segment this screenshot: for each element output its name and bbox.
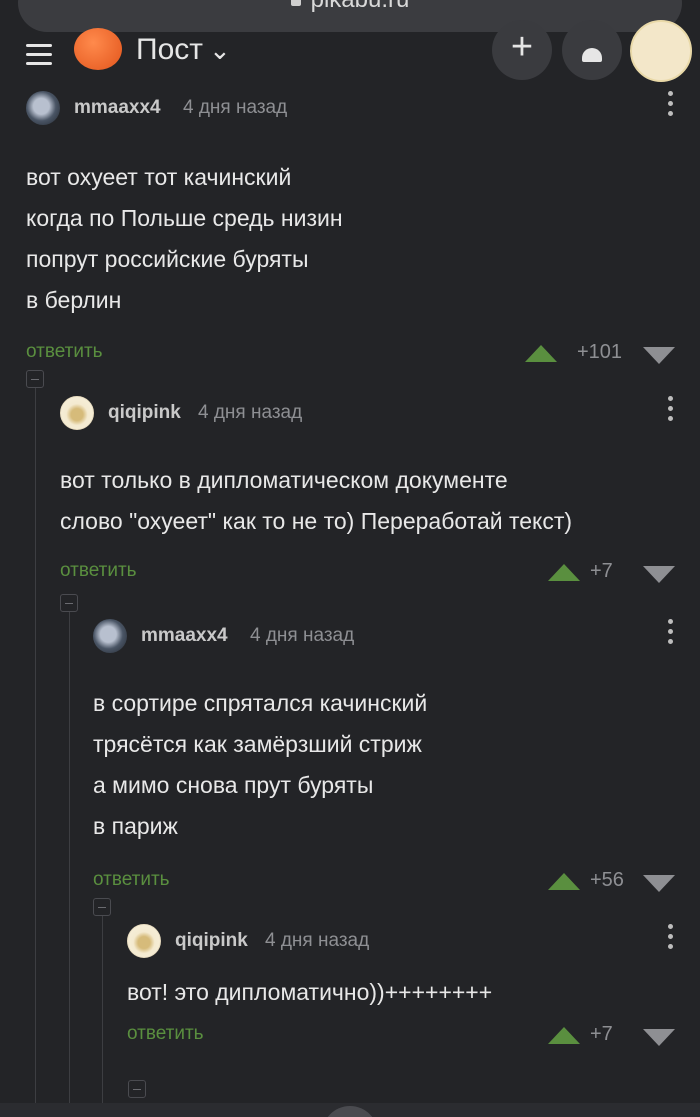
comment-header: mmaaxx4 4 дня назад [26, 91, 674, 125]
comment-footer: ответить +7 [60, 560, 675, 590]
comment: qiqipink 4 дня назад вот! это дипломатич… [127, 924, 675, 1053]
comment: qiqipink 4 дня назад вот только в диплом… [60, 396, 675, 590]
collapse-thread-button[interactable] [60, 594, 78, 612]
menu-icon[interactable] [26, 44, 52, 71]
comment-time: 4 дня назад [183, 97, 288, 118]
site-navbar: Пост ⌄ + [0, 20, 700, 88]
page-title: Пост ⌄ [136, 33, 231, 66]
more-options-icon[interactable] [666, 91, 674, 121]
thread-line [102, 906, 103, 1103]
avatar[interactable] [93, 619, 127, 653]
vote-block: +7 [548, 560, 675, 590]
comment: mmaaxx4 4 дня назад вот охуеет тот качин… [26, 91, 675, 371]
lock-icon [290, 0, 301, 6]
upvote-icon[interactable] [548, 873, 580, 890]
comment-time: 4 дня назад [265, 930, 370, 951]
avatar[interactable] [26, 91, 60, 125]
avatar[interactable] [127, 924, 161, 958]
notifications-button[interactable] [562, 20, 622, 80]
more-options-icon[interactable] [666, 619, 674, 649]
avatar[interactable] [60, 396, 94, 430]
reply-button[interactable]: ответить [60, 560, 137, 582]
reply-button[interactable]: ответить [26, 341, 103, 363]
comment-footer: ответить +7 [127, 1023, 675, 1053]
comment-text: вот только в дипломатическом документе с… [60, 467, 573, 534]
comment-header: qiqipink 4 дня назад [60, 396, 674, 430]
reply-button[interactable]: ответить [127, 1023, 204, 1045]
comment-score: +56 [590, 869, 624, 891]
comment-score: +7 [590, 1023, 613, 1045]
reply-button[interactable]: ответить [93, 869, 170, 891]
comment-score: +7 [590, 560, 613, 582]
comment-score: +101 [577, 341, 623, 363]
comment-text: в сортире спрятался качинский трясётся к… [93, 690, 428, 839]
collapse-thread-button[interactable] [128, 1080, 146, 1098]
url-text: pikabu.ru [18, 0, 682, 14]
comment-time: 4 дня назад [250, 625, 355, 646]
comment-text: вот! это дипломатично))++++++++ [127, 979, 493, 1005]
vote-block: +7 [548, 1023, 675, 1053]
plus-icon: + [510, 26, 534, 68]
user-avatar[interactable] [630, 20, 692, 82]
comment-header: mmaaxx4 4 дня назад [93, 619, 674, 653]
comment-author[interactable]: mmaaxx4 [141, 625, 228, 647]
upvote-icon[interactable] [548, 1027, 580, 1044]
comment-author[interactable]: qiqipink [175, 930, 248, 952]
downvote-icon[interactable] [643, 875, 675, 892]
comment-time: 4 дня назад [198, 402, 303, 423]
thread-line [69, 602, 70, 1103]
vote-block: +101 [525, 341, 675, 371]
more-options-icon[interactable] [666, 396, 674, 426]
collapse-thread-button[interactable] [26, 370, 44, 388]
pikabu-logo[interactable] [74, 28, 122, 70]
upvote-icon[interactable] [548, 564, 580, 581]
add-post-button[interactable]: + [492, 20, 552, 80]
downvote-icon[interactable] [643, 347, 675, 364]
comment-footer: ответить +56 [93, 869, 675, 899]
upvote-icon[interactable] [525, 345, 557, 362]
comment-footer: ответить +101 [26, 341, 675, 371]
vote-block: +56 [548, 869, 675, 899]
comment-header: qiqipink 4 дня назад [127, 924, 674, 958]
thread-line [35, 378, 36, 1103]
downvote-icon[interactable] [643, 566, 675, 583]
collapse-thread-button[interactable] [93, 898, 111, 916]
bell-icon [582, 48, 602, 62]
comment-text: вот охуеет тот качинский когда по Польше… [26, 164, 343, 313]
more-options-icon[interactable] [666, 924, 674, 954]
comment-author[interactable]: mmaaxx4 [74, 97, 161, 119]
comment-author[interactable]: qiqipink [108, 402, 181, 424]
comment: mmaaxx4 4 дня назад в сортире спрятался … [93, 619, 675, 899]
downvote-icon[interactable] [643, 1029, 675, 1046]
chevron-down-icon[interactable]: ⌄ [209, 35, 231, 65]
